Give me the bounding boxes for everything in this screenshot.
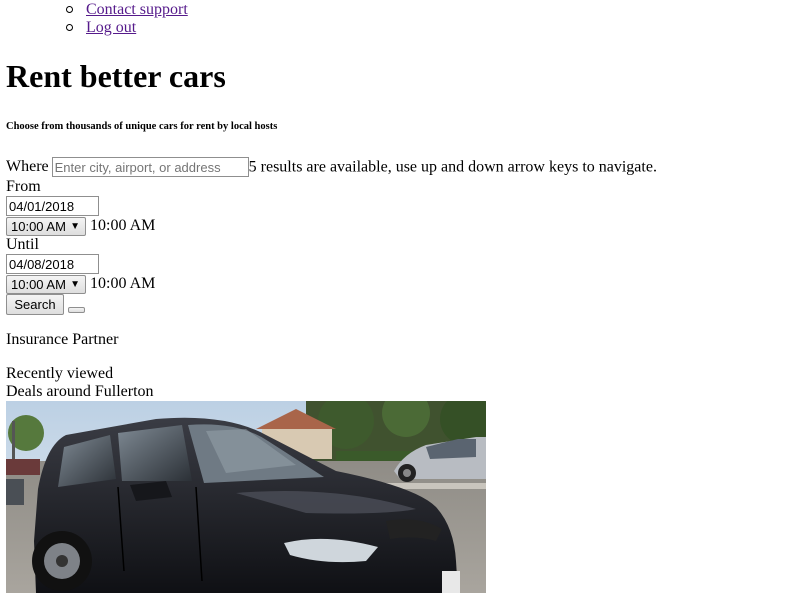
page-title: Rent better cars bbox=[6, 58, 226, 94]
where-input[interactable] bbox=[51, 157, 249, 178]
log-out-link[interactable]: Log out bbox=[86, 19, 136, 37]
until-label: Until bbox=[6, 236, 39, 253]
from-time-text: 10:00 AM bbox=[90, 217, 156, 234]
from-date-input[interactable] bbox=[6, 196, 99, 216]
empty-button[interactable] bbox=[68, 307, 85, 313]
until-time-select[interactable]: 10:00 AM ▼ bbox=[6, 275, 86, 294]
search-button[interactable]: Search bbox=[6, 294, 64, 315]
page-subtitle: Choose from thousands of unique cars for… bbox=[6, 121, 278, 132]
page: Contact support Log out Rent better cars… bbox=[0, 0, 793, 593]
circle-bullet-icon bbox=[66, 24, 73, 31]
from-time-select[interactable]: 10:00 AM ▼ bbox=[6, 217, 86, 236]
recently-viewed-heading: Recently viewed bbox=[6, 365, 114, 382]
circle-bullet-icon bbox=[66, 6, 73, 13]
insurance-partner-text: Insurance Partner bbox=[6, 331, 119, 348]
until-time-selected: 10:00 AM bbox=[11, 277, 66, 292]
from-time-selected: 10:00 AM bbox=[11, 219, 66, 234]
car-photo[interactable] bbox=[6, 401, 486, 593]
from-label: From bbox=[6, 178, 41, 195]
deals-heading: Deals around Fullerton bbox=[6, 383, 154, 400]
chevron-down-icon: ▼ bbox=[70, 221, 80, 232]
contact-support-link[interactable]: Contact support bbox=[86, 1, 188, 19]
where-row: Where 5 results are available, use up and… bbox=[6, 157, 657, 178]
results-status: 5 results are available, use up and down… bbox=[248, 158, 657, 176]
chevron-down-icon: ▼ bbox=[70, 279, 80, 290]
car-image bbox=[6, 401, 486, 593]
until-date-input[interactable] bbox=[6, 254, 99, 274]
where-label: Where bbox=[6, 158, 49, 176]
until-time-text: 10:00 AM bbox=[90, 275, 156, 292]
